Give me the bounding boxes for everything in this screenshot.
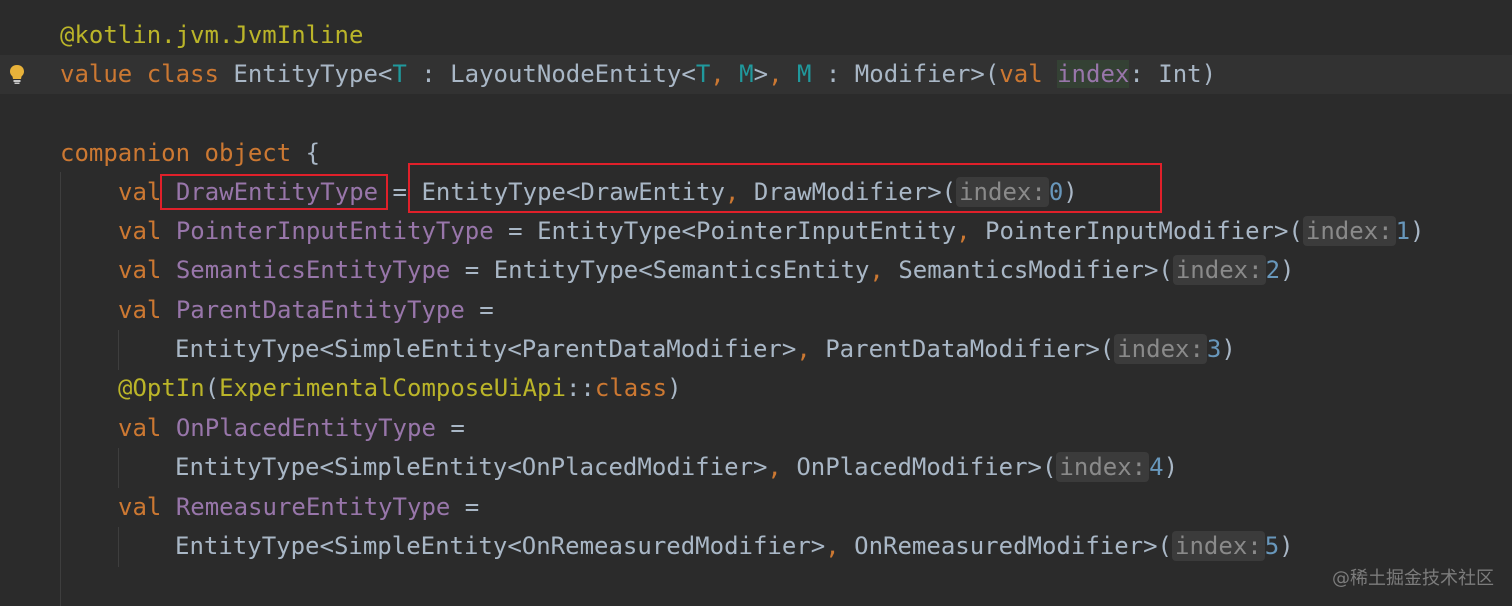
code-line[interactable]: val RemeasureEntityType =: [0, 488, 1512, 527]
optin-annotation: @OptIn(ExperimentalComposeUiApi::class): [118, 374, 682, 402]
pointer-input-entity-type-declaration: val PointerInputEntityType = EntityType<…: [118, 216, 1425, 246]
on-placed-entity-type-initializer: EntityType<SimpleEntity<OnPlacedModifier…: [175, 452, 1179, 482]
code-line[interactable]: val ParentDataEntityType =: [0, 291, 1512, 330]
parent-data-entity-type-declaration: val ParentDataEntityType =: [118, 296, 494, 324]
companion-object-declaration: companion object {: [60, 139, 321, 167]
parameter-hint: index:: [1302, 216, 1396, 246]
code-line[interactable]: @OptIn(ExperimentalComposeUiApi::class): [0, 369, 1512, 408]
highlight-box-initializer: [408, 163, 1162, 213]
on-placed-entity-type-declaration: val OnPlacedEntityType =: [118, 414, 465, 442]
lightbulb-icon[interactable]: [6, 63, 28, 85]
parameter-hint: index:: [1056, 452, 1150, 482]
remeasure-entity-type-initializer: EntityType<SimpleEntity<OnRemeasuredModi…: [175, 531, 1294, 561]
code-line-current[interactable]: value class EntityType<T : LayoutNodeEnt…: [0, 55, 1512, 94]
class-declaration: value class EntityType<T : LayoutNodeEnt…: [60, 60, 1217, 88]
code-line[interactable]: @kotlin.jvm.JvmInline: [0, 16, 1512, 55]
watermark: @稀土掘金技术社区: [1332, 568, 1494, 589]
parameter-hint: index:: [1172, 531, 1265, 561]
code-line[interactable]: val SemanticsEntityType = EntityType<Sem…: [0, 251, 1512, 290]
parent-data-entity-type-initializer: EntityType<SimpleEntity<ParentDataModifi…: [175, 334, 1236, 364]
code-line[interactable]: EntityType<SimpleEntity<OnRemeasuredModi…: [0, 527, 1512, 566]
code-line[interactable]: val OnPlacedEntityType =: [0, 409, 1512, 448]
remeasure-entity-type-declaration: val RemeasureEntityType =: [118, 493, 480, 521]
semantics-entity-type-declaration: val SemanticsEntityType = EntityType<Sem…: [118, 255, 1295, 285]
parameter-hint: index:: [1172, 255, 1266, 285]
code-line[interactable]: EntityType<SimpleEntity<ParentDataModifi…: [0, 330, 1512, 369]
code-line[interactable]: EntityType<SimpleEntity<OnPlacedModifier…: [0, 448, 1512, 487]
annotation-jvminline: @kotlin.jvm.JvmInline: [60, 21, 364, 49]
parameter-hint: index:: [1114, 334, 1207, 364]
highlight-box-name: [160, 174, 388, 210]
code-line[interactable]: val PointerInputEntityType = EntityType<…: [0, 212, 1512, 251]
code-editor[interactable]: @kotlin.jvm.JvmInline value class Entity…: [0, 0, 1512, 606]
